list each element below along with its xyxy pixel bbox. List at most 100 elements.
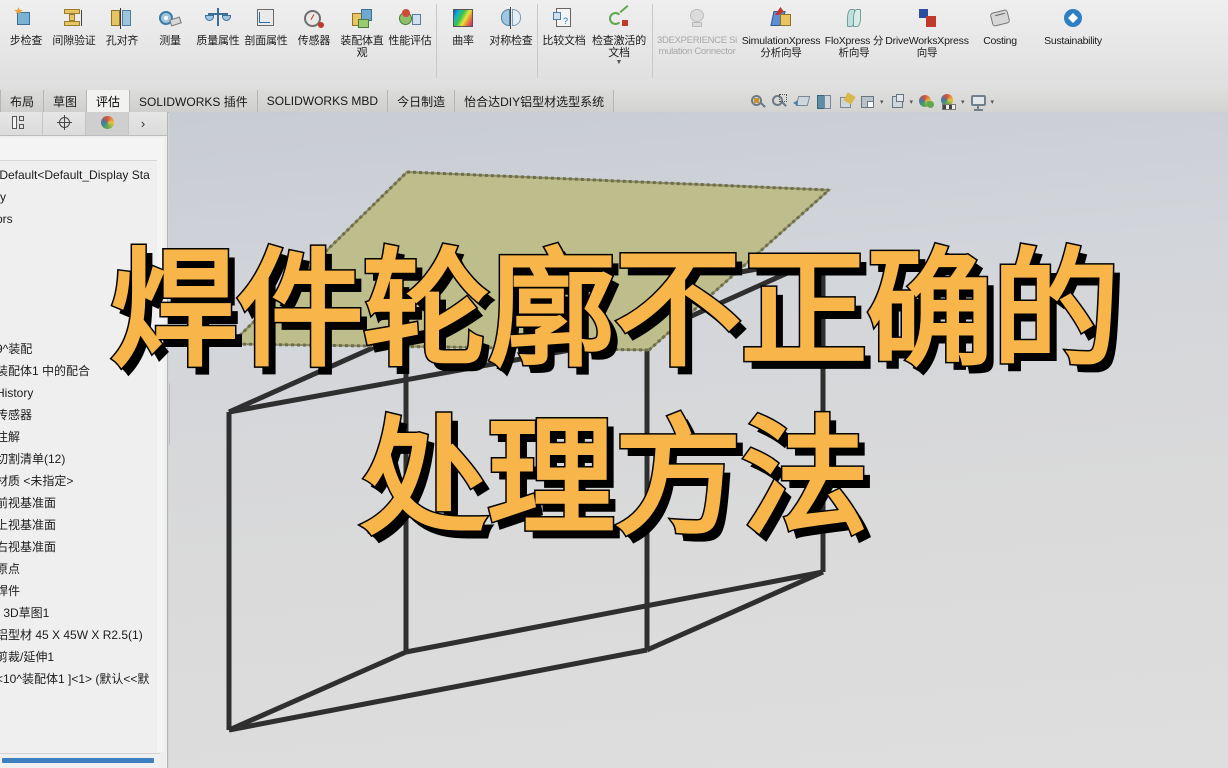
chevron-down-icon[interactable]: ▼: [616, 59, 623, 66]
tab-sketch[interactable]: 草图: [44, 90, 88, 112]
panel-tab-bar: ›: [0, 112, 167, 136]
hide-show-items-icon[interactable]: [888, 93, 908, 111]
ribbon-toolbar: 步检查 间隙验证 孔对齐 测量 质量属性 剖面属性 传感器 装配体直观 性能评估…: [0, 0, 1228, 91]
performance-evaluation-icon: [396, 6, 424, 32]
ribbon-button-label: DriveWorksXpress 向导: [885, 35, 969, 59]
tree-item-label: ) 3D草图1: [0, 606, 50, 620]
tree-item[interactable]: 剪裁/延伸1: [0, 646, 167, 668]
tree-item[interactable]: <10^装配体1 ]<1> (默认<<默: [0, 668, 167, 690]
performance-evaluation-button[interactable]: 性能评估: [386, 2, 434, 86]
scrollbar-thumb[interactable]: [2, 758, 154, 763]
compare-documents-button[interactable]: ? 比较文档: [540, 2, 588, 86]
simulationxpress-button[interactable]: SimulationXpress 分析向导: [739, 2, 823, 86]
3dexperience-simulation-connector-button[interactable]: 3DEXPERIENCE Simulation Connector: [655, 2, 739, 86]
tree-item[interactable]: 上视基准面: [0, 514, 167, 536]
tab-solidworks-mbd[interactable]: SOLIDWORKS MBD: [257, 90, 389, 112]
tab-layout[interactable]: 布局: [0, 90, 45, 112]
tree-item[interactable]: 焊件: [0, 580, 167, 602]
ribbon-button-label: FloXpress 分析向导: [824, 35, 884, 59]
previous-view-icon[interactable]: [792, 93, 812, 111]
ribbon-button-label: 测量: [159, 35, 181, 47]
tree-item[interactable]: 铝型材 45 X 45W X R2.5(1): [0, 624, 167, 646]
tab-yihede-aluminum-profile-system[interactable]: 怡合达DIY铝型材选型系统: [455, 90, 615, 112]
chevron-down-icon[interactable]: ▾: [991, 98, 995, 106]
sensor-button[interactable]: 传感器: [290, 2, 338, 86]
edit-appearance-icon[interactable]: [917, 93, 937, 111]
tree-item[interactable]: 材质 <未指定>: [0, 470, 167, 492]
tree-item[interactable]: 注解: [0, 426, 167, 448]
tree-item[interactable]: 传感器: [0, 404, 167, 426]
symmetry-check-icon: [497, 6, 525, 32]
assembly-visualization-icon: [348, 6, 376, 32]
section-properties-button[interactable]: 剖面属性: [242, 2, 290, 86]
tree-item-label: 传感器: [0, 408, 33, 422]
hole-alignment-icon: [108, 6, 136, 32]
curvature-button[interactable]: 曲率: [439, 2, 487, 86]
tree-item-label: 前视基准面: [0, 496, 57, 510]
floxpress-icon: [840, 6, 868, 32]
property-manager-tab[interactable]: [43, 112, 86, 135]
tree-item-label: 材质 <未指定>: [0, 474, 74, 488]
feature-tree-horizontal-scrollbar[interactable]: [0, 753, 160, 768]
interference-check-button[interactable]: 步检查: [2, 2, 50, 86]
tree-item-label: 上视基准面: [0, 518, 57, 532]
display-style-icon[interactable]: [858, 93, 878, 111]
display-manager-tab[interactable]: [86, 112, 129, 135]
chevron-down-icon[interactable]: ▾: [910, 98, 914, 106]
tree-item[interactable]: 切割清单(12): [0, 448, 167, 470]
ribbon-button-label: 曲率: [452, 35, 474, 47]
tree-item[interactable]: ors: [0, 208, 167, 230]
driveworksxpress-icon: [913, 6, 941, 32]
tab-manufacture-today[interactable]: 今日制造: [388, 90, 456, 112]
tab-label: 布局: [10, 94, 35, 109]
tree-item[interactable]: History: [0, 382, 167, 404]
costing-icon: [986, 6, 1014, 32]
feature-tree-vertical-scrollbar[interactable]: [157, 138, 164, 752]
tree-item-label: 9^装配: [0, 342, 33, 356]
apply-scene-icon[interactable]: [939, 93, 959, 111]
chevron-down-icon[interactable]: ▾: [961, 98, 965, 106]
zoom-to-fit-icon[interactable]: [748, 93, 768, 111]
tree-item[interactable]: ) 3D草图1: [0, 602, 167, 624]
tree-item[interactable]: ry: [0, 186, 167, 208]
tree-item-label: <10^装配体1 ]<1> (默认<<默: [0, 672, 150, 686]
tree-item[interactable]: 9^装配: [0, 338, 167, 360]
tree-item[interactable]: 右视基准面: [0, 536, 167, 558]
feature-tree-filter-input[interactable]: [0, 138, 163, 161]
ribbon-button-label: 装配体直观: [340, 35, 384, 59]
tree-item-label: 剪裁/延伸1: [0, 650, 55, 664]
mass-properties-button[interactable]: 质量属性: [194, 2, 242, 86]
zoom-to-area-icon[interactable]: [770, 93, 790, 111]
section-properties-icon: [252, 6, 280, 32]
floxpress-button[interactable]: FloXpress 分析向导: [823, 2, 885, 86]
tree-item[interactable]: 前视基准面: [0, 492, 167, 514]
assembly-visualization-button[interactable]: 装配体直观: [338, 2, 386, 86]
check-active-document-button[interactable]: 检查激活的文档 ▼: [588, 2, 650, 86]
tab-label: 草图: [53, 94, 78, 109]
expand-panel-arrow[interactable]: ›: [129, 112, 157, 135]
tree-item[interactable]: [Default<Default_Display Sta: [0, 164, 167, 186]
tree-item[interactable]: 装配体1 中的配合: [0, 360, 167, 382]
tab-solidworks-addins[interactable]: SOLIDWORKS 插件: [130, 90, 258, 112]
interference-check-icon: [12, 6, 40, 32]
tree-item[interactable]: 原点: [0, 558, 167, 580]
ribbon-button-label: Costing: [983, 35, 1017, 47]
feature-manager-tab[interactable]: [0, 112, 43, 135]
symmetry-check-button[interactable]: 对称检查: [487, 2, 535, 86]
clearance-verification-button[interactable]: 间隙验证: [50, 2, 98, 86]
graphics-viewport[interactable]: [169, 112, 1228, 768]
driveworksxpress-button[interactable]: DriveWorksXpress 向导: [885, 2, 969, 86]
tab-label: 今日制造: [397, 94, 446, 109]
command-manager-tabs: 布局 草图 评估 SOLIDWORKS 插件 SOLIDWORKS MBD 今日…: [0, 90, 1228, 113]
section-view-icon[interactable]: [814, 93, 834, 111]
view-orientation-icon[interactable]: [836, 92, 856, 111]
costing-button[interactable]: Costing: [969, 2, 1031, 86]
hole-alignment-button[interactable]: 孔对齐: [98, 2, 146, 86]
measure-button[interactable]: 测量: [146, 2, 194, 86]
ribbon-group-document-tools: ? 比较文档 检查激活的文档 ▼: [538, 0, 652, 88]
tab-label: 怡合达DIY铝型材选型系统: [464, 94, 605, 109]
view-settings-icon[interactable]: [969, 93, 989, 111]
tab-evaluate[interactable]: 评估: [87, 90, 131, 112]
sustainability-button[interactable]: Sustainability: [1031, 2, 1115, 86]
chevron-down-icon[interactable]: ▾: [880, 98, 884, 106]
